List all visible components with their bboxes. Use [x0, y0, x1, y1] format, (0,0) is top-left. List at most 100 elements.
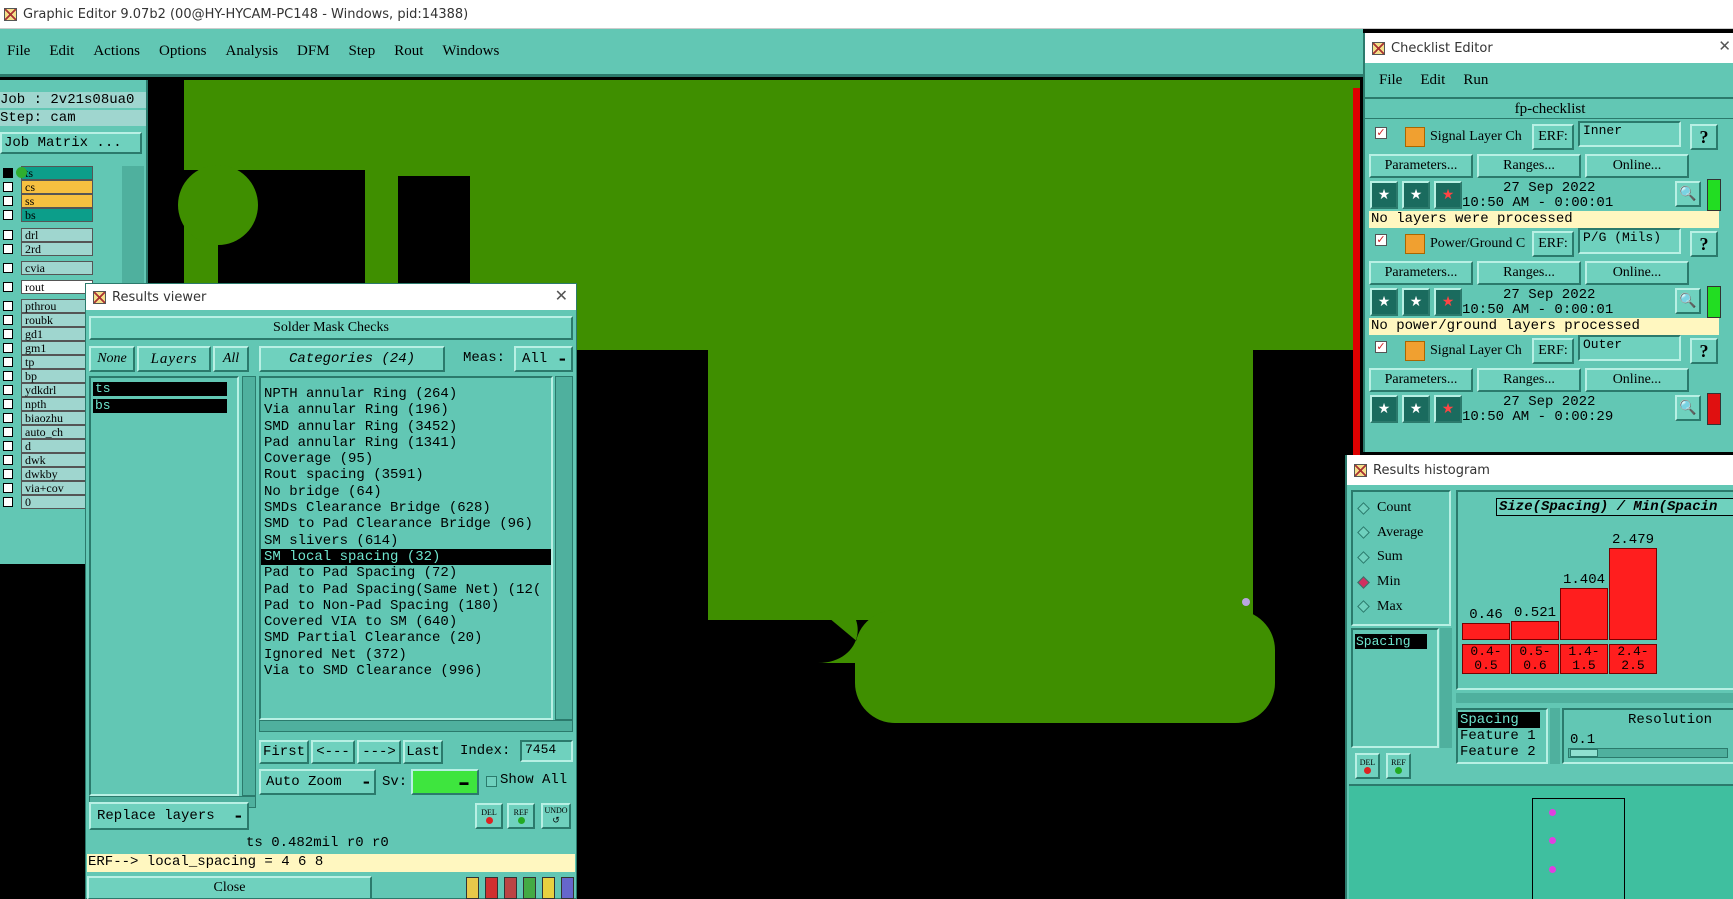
erf-value[interactable]: P/G (Mils): [1578, 228, 1681, 254]
histogram-list-item[interactable]: Spacing: [1355, 634, 1427, 649]
run-icon[interactable]: ★: [1370, 395, 1398, 423]
histogram-del-button[interactable]: DEL: [1355, 753, 1380, 779]
layer-row[interactable]: npth: [0, 397, 93, 411]
layer-checkbox[interactable]: [3, 385, 13, 395]
menu-step[interactable]: Step: [349, 43, 376, 60]
erf-value[interactable]: Outer: [1578, 335, 1681, 361]
erf-button[interactable]: ERF:: [1532, 124, 1574, 150]
layer-checkbox[interactable]: [3, 455, 13, 465]
layer-row[interactable]: via+cov: [0, 481, 93, 495]
erf-button[interactable]: ERF:: [1532, 338, 1574, 364]
online-button[interactable]: Online...: [1585, 261, 1689, 285]
toolbar-icon[interactable]: [485, 877, 498, 899]
layers-button[interactable]: Layers: [137, 346, 211, 372]
mode-option[interactable]: Average: [1353, 521, 1449, 546]
layer-row[interactable]: dwkby: [0, 467, 93, 481]
histogram-hscroll[interactable]: [1456, 693, 1733, 703]
categories-vscroll[interactable]: [555, 376, 573, 720]
mode-option[interactable]: Count: [1353, 496, 1449, 521]
erf-value[interactable]: Inner: [1578, 121, 1681, 147]
layer-checkbox[interactable]: [3, 469, 13, 479]
action-name[interactable]: Signal Layer Ch: [1430, 129, 1522, 145]
layer-checkbox[interactable]: [3, 282, 13, 292]
ranges-button[interactable]: Ranges...: [1477, 261, 1581, 285]
parameters-button[interactable]: Parameters...: [1369, 261, 1473, 285]
action-name[interactable]: Signal Layer Ch: [1430, 343, 1522, 359]
category-item[interactable]: SMD Partial Clearance (20): [261, 630, 551, 646]
checklist-menu-edit[interactable]: Edit: [1420, 72, 1445, 89]
menu-windows[interactable]: Windows: [442, 43, 499, 60]
layer-row[interactable]: tp: [0, 355, 93, 369]
zoom-icon[interactable]: 🔍: [1675, 288, 1701, 314]
layer-checkbox[interactable]: [3, 413, 13, 423]
histogram-ref-button[interactable]: REF: [1386, 753, 1411, 779]
layer-checkbox[interactable]: [3, 244, 13, 254]
menu-dfm[interactable]: DFM: [297, 43, 330, 60]
toolbar-icon[interactable]: [523, 877, 536, 899]
menu-edit[interactable]: Edit: [49, 43, 74, 60]
layer-checkbox[interactable]: [3, 329, 13, 339]
layer-row[interactable]: cs: [0, 180, 93, 194]
viewer-layer-vscroll[interactable]: [242, 376, 256, 796]
layer-checkbox[interactable]: [3, 357, 13, 367]
category-item[interactable]: Coverage (95): [261, 451, 551, 467]
online-button[interactable]: Online...: [1585, 368, 1689, 392]
help-button[interactable]: ?: [1690, 338, 1718, 364]
table-vscroll[interactable]: [1550, 708, 1560, 764]
category-item[interactable]: No bridge (64): [261, 484, 551, 500]
del-button[interactable]: DEL: [475, 803, 503, 829]
category-item[interactable]: Via to SMD Clearance (996): [261, 663, 551, 679]
erf-button[interactable]: ERF:: [1532, 231, 1574, 257]
layer-row[interactable]: ydkdrl: [0, 383, 93, 397]
categories-hscroll[interactable]: [259, 720, 573, 732]
categories-list[interactable]: NPTH annular Ring (264) Via annular Ring …: [259, 376, 553, 720]
mode-option[interactable]: Sum: [1353, 545, 1449, 570]
zoom-select[interactable]: Auto Zoom ▬: [259, 769, 376, 795]
layer-checkbox[interactable]: [3, 230, 13, 240]
toolbar-icon[interactable]: [466, 877, 479, 899]
show-all-checkbox[interactable]: [486, 776, 497, 787]
layer-checkbox[interactable]: [3, 483, 13, 493]
sv-color-select[interactable]: ▬: [411, 769, 479, 795]
layer-checkbox[interactable]: [3, 427, 13, 437]
run-icon[interactable]: ★: [1402, 395, 1430, 423]
all-layers-button[interactable]: All: [213, 346, 249, 372]
histogram-bar[interactable]: [1462, 623, 1510, 640]
bar-category-label[interactable]: 0.5- 0.6: [1511, 644, 1559, 674]
category-item[interactable]: Covered VIA to SM (640): [261, 614, 551, 630]
run-icon[interactable]: ★: [1370, 288, 1398, 316]
histogram-item-list[interactable]: Spacing: [1351, 628, 1439, 748]
zoom-icon[interactable]: 🔍: [1675, 395, 1701, 421]
mode-option[interactable]: Min: [1353, 570, 1449, 595]
toolbar-icon[interactable]: [542, 877, 555, 899]
layer-row[interactable]: roubk: [0, 313, 93, 327]
layer-row[interactable]: auto_ch: [0, 425, 93, 439]
layer-checkbox[interactable]: [3, 371, 13, 381]
meas-select[interactable]: All ▬: [514, 346, 573, 372]
none-button[interactable]: None: [89, 346, 135, 372]
layer-checkbox[interactable]: [3, 343, 13, 353]
bar-category-label[interactable]: 2.4- 2.5: [1609, 644, 1657, 674]
category-item[interactable]: Pad to Non-Pad Spacing (180): [261, 598, 551, 614]
layer-row[interactable]: drl: [0, 228, 93, 242]
layer-row[interactable]: ts: [0, 166, 93, 180]
close-icon[interactable]: ✕: [1718, 37, 1731, 55]
run-icon[interactable]: ★: [1434, 395, 1462, 423]
undo-button[interactable]: UNDO ↺: [541, 803, 571, 829]
menu-file[interactable]: File: [7, 43, 30, 60]
layer-row[interactable]: 2rd: [0, 242, 93, 256]
ranges-button[interactable]: Ranges...: [1477, 154, 1581, 178]
layer-checkbox[interactable]: [3, 301, 13, 311]
close-icon[interactable]: ✕: [555, 286, 568, 305]
bar-category-label[interactable]: 1.4- 1.5: [1560, 644, 1608, 674]
layer-row[interactable]: dwk: [0, 453, 93, 467]
resolution-slider-thumb[interactable]: [1570, 749, 1598, 757]
help-button[interactable]: ?: [1690, 124, 1718, 150]
menu-rout[interactable]: Rout: [394, 43, 423, 60]
index-input[interactable]: 7454: [520, 740, 573, 762]
menu-actions[interactable]: Actions: [93, 43, 140, 60]
layer-row[interactable]: bs: [0, 208, 93, 222]
category-item[interactable]: Via annular Ring (196): [261, 402, 551, 418]
mode-option[interactable]: Max: [1353, 594, 1449, 619]
category-item[interactable]: Pad to Pad Spacing(Same Net) (12(: [261, 582, 551, 598]
